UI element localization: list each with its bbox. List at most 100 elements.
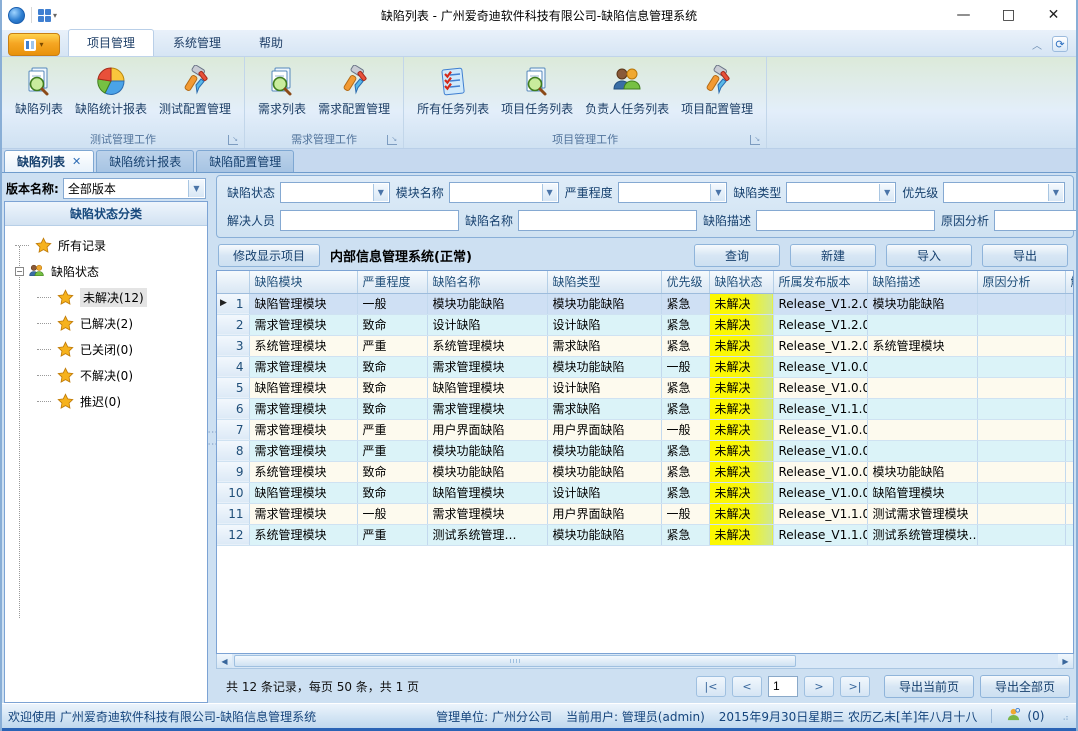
cell-type[interactable]: 模块功能缺陷	[547, 461, 661, 482]
cell-status[interactable]: 未解决	[709, 440, 773, 461]
cell-name[interactable]: 用户界面缺陷	[427, 419, 547, 440]
cell-type[interactable]: 设计缺陷	[547, 377, 661, 398]
row-selector[interactable]: 5	[217, 377, 249, 398]
modify-display-button[interactable]: 修改显示项目	[218, 244, 320, 267]
cell-module[interactable]: 需求管理模块	[249, 356, 357, 377]
cell-cause[interactable]	[977, 377, 1065, 398]
cell-status[interactable]: 未解决	[709, 461, 773, 482]
cell-desc[interactable]: 模块功能缺陷	[867, 293, 977, 314]
row-selector[interactable]: 3	[217, 335, 249, 356]
cell-type[interactable]: 模块功能缺陷	[547, 524, 661, 545]
collapse-icon[interactable]: −	[15, 267, 24, 276]
cell-cause[interactable]	[977, 398, 1065, 419]
close-button[interactable]: ✕	[1031, 0, 1076, 30]
cell-name[interactable]: 缺陷管理模块	[427, 377, 547, 398]
cell-type[interactable]: 模块功能缺陷	[547, 356, 661, 377]
row-selector[interactable]: 11	[217, 503, 249, 524]
cell-severity[interactable]: 一般	[357, 293, 427, 314]
cell-desc[interactable]	[867, 440, 977, 461]
cell-type[interactable]: 需求缺陷	[547, 398, 661, 419]
cell-release[interactable]: Release_V1.0.0	[773, 482, 867, 503]
cell-cause[interactable]	[977, 293, 1065, 314]
version-select[interactable]: 全部版本 ▼	[63, 178, 206, 199]
cell-status[interactable]: 未解决	[709, 314, 773, 335]
cell-severity[interactable]: 致命	[357, 398, 427, 419]
scroll-left-icon[interactable]: ◀	[217, 654, 232, 668]
filter-input-解决人员[interactable]	[280, 210, 459, 231]
cell-type[interactable]: 模块功能缺陷	[547, 440, 661, 461]
resize-grip[interactable]: ⣠	[1062, 711, 1070, 721]
ribbon-button-需求配置管理[interactable]: 需求配置管理	[313, 63, 395, 119]
cell-severity[interactable]: 严重	[357, 335, 427, 356]
cell-solution[interactable]	[1065, 482, 1074, 503]
ribbon-button-测试配置管理[interactable]: 测试配置管理	[154, 63, 236, 119]
cell-release[interactable]: Release_V1.0.0	[773, 419, 867, 440]
cell-solution[interactable]	[1065, 419, 1074, 440]
next-page-button[interactable]: >	[804, 676, 834, 697]
cell-severity[interactable]: 致命	[357, 377, 427, 398]
ribbon-button-缺陷统计报表[interactable]: 缺陷统计报表	[70, 63, 152, 119]
cell-cause[interactable]	[977, 314, 1065, 335]
cell-severity[interactable]: 致命	[357, 482, 427, 503]
cell-name[interactable]: 模块功能缺陷	[427, 293, 547, 314]
cell-module[interactable]: 需求管理模块	[249, 440, 357, 461]
cell-status[interactable]: 未解决	[709, 335, 773, 356]
cell-severity[interactable]: 致命	[357, 461, 427, 482]
table-row[interactable]: 6需求管理模块致命需求管理模块需求缺陷紧急未解决Release_V1.1.0	[217, 398, 1074, 419]
cell-name[interactable]: 模块功能缺陷	[427, 440, 547, 461]
cell-priority[interactable]: 紧急	[661, 314, 709, 335]
refresh-icon[interactable]: ⟳	[1052, 36, 1068, 52]
cell-solution[interactable]	[1065, 524, 1074, 545]
cell-release[interactable]: Release_V1.2.0	[773, 314, 867, 335]
quick-access-toolbar[interactable]: ▾	[38, 9, 57, 22]
cell-module[interactable]: 系统管理模块	[249, 524, 357, 545]
table-row[interactable]: 3系统管理模块严重系统管理模块需求缺陷紧急未解决Release_V1.2.0系统…	[217, 335, 1074, 356]
cell-priority[interactable]: 紧急	[661, 440, 709, 461]
cell-type[interactable]: 用户界面缺陷	[547, 419, 661, 440]
dialog-launcher-icon[interactable]: ↘	[387, 135, 397, 145]
column-header-缺陷模块[interactable]: 缺陷模块	[249, 271, 357, 293]
panel-splitter[interactable]: ⋮⋮	[208, 175, 216, 703]
cell-name[interactable]: 设计缺陷	[427, 314, 547, 335]
tree-item-不解决(0)[interactable]: 不解决(0)	[15, 362, 207, 388]
column-header-原因分析[interactable]: 原因分析	[977, 271, 1065, 293]
row-selector[interactable]: 12	[217, 524, 249, 545]
row-selector[interactable]: 7	[217, 419, 249, 440]
table-row[interactable]: 2需求管理模块致命设计缺陷设计缺陷紧急未解决Release_V1.2.0	[217, 314, 1074, 335]
tree-item-所有记录[interactable]: 所有记录	[15, 232, 207, 258]
cell-priority[interactable]: 一般	[661, 356, 709, 377]
scrollbar-track[interactable]	[232, 654, 1058, 668]
cell-name[interactable]: 需求管理模块	[427, 503, 547, 524]
tree-item-缺陷状态[interactable]: −缺陷状态	[15, 258, 207, 284]
column-header-严重程度[interactable]: 严重程度	[357, 271, 427, 293]
column-header-优先级[interactable]: 优先级	[661, 271, 709, 293]
tree-item-已解决(2)[interactable]: 已解决(2)	[15, 310, 207, 336]
cell-status[interactable]: 未解决	[709, 419, 773, 440]
messenger-icon[interactable]	[1006, 707, 1021, 725]
cell-severity[interactable]: 致命	[357, 314, 427, 335]
cell-priority[interactable]: 紧急	[661, 335, 709, 356]
filter-select-严重程度[interactable]: ▼	[618, 182, 728, 203]
ribbon-button-需求列表[interactable]: 需求列表	[253, 63, 311, 119]
cell-severity[interactable]: 一般	[357, 503, 427, 524]
ribbon-collapse-icon[interactable]: ︿	[1032, 37, 1042, 52]
cell-cause[interactable]	[977, 482, 1065, 503]
ribbon-button-缺陷列表[interactable]: 缺陷列表	[10, 63, 68, 119]
cell-desc[interactable]	[867, 419, 977, 440]
cell-type[interactable]: 需求缺陷	[547, 335, 661, 356]
close-tab-icon[interactable]: ✕	[72, 155, 81, 168]
first-page-button[interactable]: |<	[696, 676, 726, 697]
page-number-input[interactable]	[768, 676, 798, 697]
cell-cause[interactable]	[977, 356, 1065, 377]
row-selector[interactable]: ▶1	[217, 293, 249, 314]
cell-desc[interactable]	[867, 398, 977, 419]
cell-cause[interactable]	[977, 524, 1065, 545]
cell-solution[interactable]	[1065, 377, 1074, 398]
cell-priority[interactable]: 一般	[661, 419, 709, 440]
cell-cause[interactable]	[977, 335, 1065, 356]
cell-module[interactable]: 缺陷管理模块	[249, 377, 357, 398]
cell-severity[interactable]: 严重	[357, 419, 427, 440]
cell-release[interactable]: Release_V1.1.0	[773, 398, 867, 419]
filter-input-缺陷描述[interactable]	[756, 210, 935, 231]
cell-module[interactable]: 需求管理模块	[249, 314, 357, 335]
